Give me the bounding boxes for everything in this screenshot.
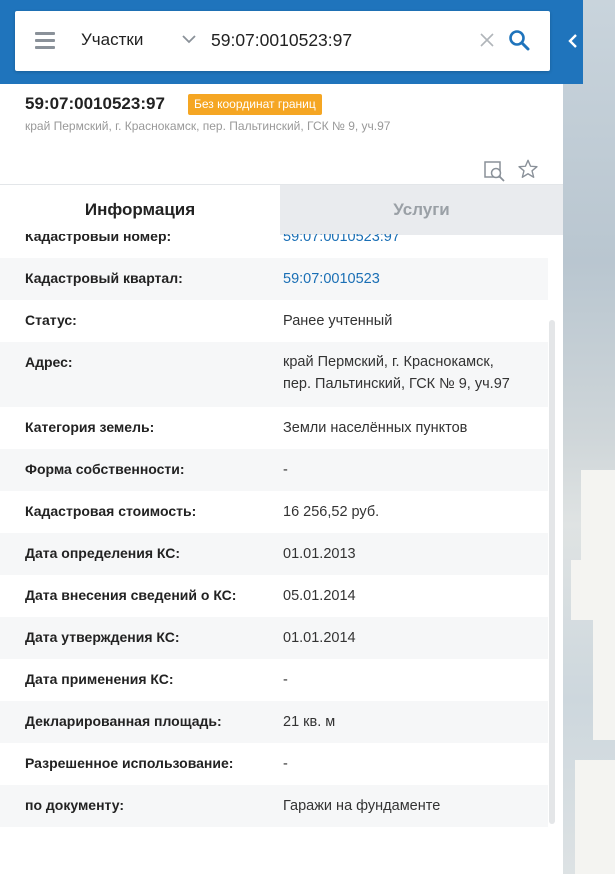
row-value: -	[283, 672, 288, 688]
row-label: Статус:	[25, 312, 77, 328]
row-label: Адрес:	[25, 354, 73, 370]
row-label: по документу:	[25, 797, 125, 813]
cadastral-number-link[interactable]: 59:07:0010523:97	[283, 234, 400, 248]
row-value-line2: пер. Пальтинский, ГСК № 9, уч.97	[283, 376, 510, 392]
row-value: 21 кв. м	[283, 714, 336, 730]
row-value: край Пермский, г. Краснокамск,	[283, 354, 494, 370]
row-label: Кадастровый квартал:	[25, 270, 183, 286]
row-label: Категория земель:	[25, 419, 155, 435]
row-ownership: Форма собственности: -	[0, 449, 548, 491]
row-value: Земли населённых пунктов	[283, 420, 468, 436]
info-table: Кадастровый номер: 59:07:0010523:97 Када…	[0, 234, 548, 874]
menu-icon[interactable]	[35, 32, 55, 49]
top-bar: Участки	[0, 0, 583, 84]
scrollbar[interactable]	[549, 320, 555, 824]
row-value: Ранее учтенный	[283, 313, 393, 329]
row-value: 01.01.2014	[283, 630, 356, 646]
close-icon[interactable]	[479, 32, 495, 48]
row-address: Адрес: край Пермский, г. Краснокамск, пе…	[0, 342, 548, 407]
chevron-down-icon[interactable]	[181, 31, 197, 47]
row-status: Статус: Ранее учтенный	[0, 300, 548, 342]
collapse-arrow-icon[interactable]	[564, 30, 582, 52]
object-number: 59:07:0010523:97	[25, 94, 165, 113]
star-icon[interactable]	[517, 158, 539, 180]
row-cadastral-quarter: Кадастровый квартал: 59:07:0010523	[0, 258, 548, 300]
row-date-determination: Дата определения КС: 01.01.2013	[0, 533, 548, 575]
row-by-document: по документу: Гаражи на фундаменте	[0, 785, 548, 827]
info-panel: 59:07:0010523:97 Без координат границ кр…	[0, 84, 563, 874]
row-label: Дата определения КС:	[25, 545, 181, 561]
row-label: Форма собственности:	[25, 461, 185, 477]
row-date-application: Дата применения КС: -	[0, 659, 548, 701]
row-cadastral-number: Кадастровый номер: 59:07:0010523:97	[0, 234, 548, 258]
row-value: 01.01.2013	[283, 546, 356, 562]
tab-services[interactable]: Услуги	[280, 185, 563, 235]
row-label: Декларированная площадь:	[25, 713, 222, 729]
row-date-approval: Дата утверждения КС: 01.01.2014	[0, 617, 548, 659]
category-select-label[interactable]: Участки	[81, 30, 143, 50]
search-input[interactable]	[211, 25, 471, 55]
row-label: Кадастровая стоимость:	[25, 503, 197, 519]
row-date-entry: Дата внесения сведений о КС: 05.01.2014	[0, 575, 548, 617]
map-zoom-icon[interactable]	[483, 160, 505, 182]
row-cadastral-value: Кадастровая стоимость: 16 256,52 руб.	[0, 491, 548, 533]
cadastral-quarter-link[interactable]: 59:07:0010523	[283, 268, 380, 290]
search-icon[interactable]	[508, 29, 530, 51]
row-land-category: Категория земель: Земли населённых пункт…	[0, 407, 548, 449]
object-address: край Пермский, г. Краснокамск, пер. Паль…	[25, 119, 391, 133]
tabs: Информация Услуги	[0, 184, 563, 235]
row-value: 16 256,52 руб.	[283, 504, 380, 520]
row-declared-area: Декларированная площадь: 21 кв. м	[0, 701, 548, 743]
map-background[interactable]	[563, 0, 615, 874]
row-value: -	[283, 462, 288, 478]
row-label: Дата применения КС:	[25, 671, 174, 687]
row-label: Дата утверждения КС:	[25, 629, 180, 645]
row-value: -	[283, 756, 288, 772]
row-permitted-use: Разрешенное использование: -	[0, 743, 548, 785]
row-label: Разрешенное использование:	[25, 755, 234, 771]
search-box: Участки	[15, 11, 550, 71]
tab-info[interactable]: Информация	[0, 185, 280, 235]
status-badge: Без координат границ	[188, 94, 322, 115]
row-value: 05.01.2014	[283, 588, 356, 604]
row-label: Кадастровый номер:	[25, 234, 172, 244]
row-label: Дата внесения сведений о КС:	[25, 587, 237, 603]
row-value: Гаражи на фундаменте	[283, 798, 441, 814]
